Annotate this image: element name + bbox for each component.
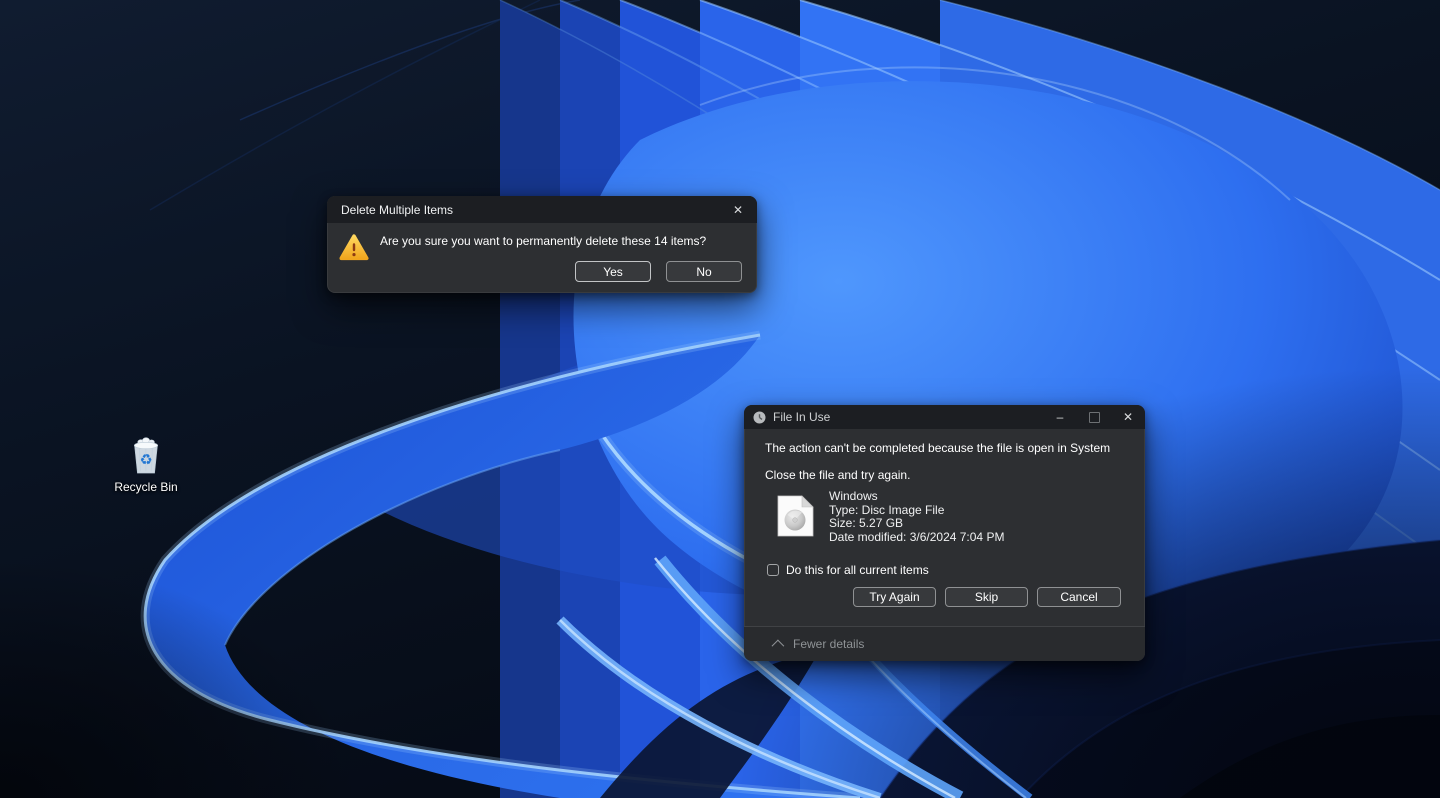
delete-dialog-titlebar[interactable]: Delete Multiple Items ✕ [327, 196, 757, 223]
no-button[interactable]: No [666, 261, 742, 282]
file-operation-clock-icon [753, 411, 766, 424]
file-in-use-message: The action can't be completed because th… [765, 441, 1110, 455]
file-size: Size: 5.27 GB [829, 517, 1004, 531]
chevron-up-icon [772, 639, 785, 652]
file-date-modified: Date modified: 3/6/2024 7:04 PM [829, 531, 1004, 545]
file-in-use-titlebar[interactable]: File In Use – ✕ [744, 405, 1145, 429]
file-type: Type: Disc Image File [829, 504, 1004, 518]
warning-icon [339, 233, 369, 262]
close-icon[interactable]: ✕ [719, 196, 757, 223]
delete-multiple-items-dialog: Delete Multiple Items ✕ Are you sure you… [327, 196, 757, 293]
delete-dialog-title: Delete Multiple Items [341, 203, 453, 217]
fewer-details-toggle[interactable]: Fewer details [744, 627, 1145, 661]
do-this-for-all-checkbox[interactable] [767, 564, 779, 576]
recycle-symbol: ♻ [140, 453, 153, 469]
delete-confirmation-message: Are you sure you want to permanently del… [380, 234, 706, 248]
delete-dialog-body: Are you sure you want to permanently del… [327, 223, 757, 293]
file-details: Windows Type: Disc Image File Size: 5.27… [829, 490, 1004, 544]
file-in-use-title: File In Use [773, 410, 830, 424]
recycle-bin-desktop-icon[interactable]: ♻ Recycle Bin [106, 434, 186, 494]
cancel-button[interactable]: Cancel [1037, 587, 1121, 607]
do-this-for-all-label[interactable]: Do this for all current items [786, 563, 929, 577]
desktop-wallpaper [0, 0, 1440, 798]
try-again-button[interactable]: Try Again [853, 587, 936, 607]
fewer-details-label: Fewer details [793, 637, 864, 651]
close-icon[interactable]: ✕ [1111, 405, 1145, 429]
recycle-bin-icon: ♻ [127, 434, 165, 476]
yes-button[interactable]: Yes [575, 261, 651, 282]
file-name: Windows [829, 490, 1004, 504]
maximize-icon [1077, 405, 1111, 429]
minimize-icon[interactable]: – [1043, 405, 1077, 429]
recycle-bin-label: Recycle Bin [114, 480, 177, 494]
file-in-use-dialog: File In Use – ✕ The action can't be comp… [744, 405, 1145, 661]
disc-image-file-icon [777, 495, 814, 537]
file-in-use-instruction: Close the file and try again. [765, 468, 910, 482]
skip-button[interactable]: Skip [945, 587, 1028, 607]
do-this-for-all-row: Do this for all current items [767, 563, 929, 577]
